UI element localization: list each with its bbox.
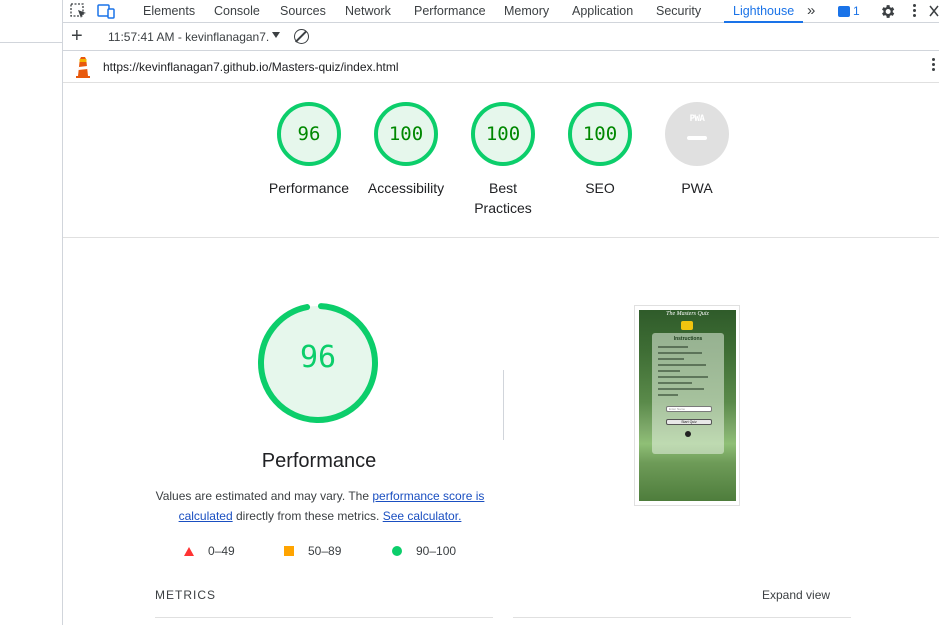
- lighthouse-logo-icon: [76, 57, 90, 78]
- left-pane-header: [0, 0, 63, 23]
- legend-fail: 0–49: [184, 544, 235, 558]
- thumb-text-line: [658, 352, 702, 354]
- issues-icon: [838, 5, 850, 17]
- legend-pass: 90–100: [392, 544, 456, 558]
- settings-gear-icon[interactable]: [879, 3, 896, 20]
- gauge-pwa[interactable]: PWA PWA: [652, 102, 742, 198]
- tab-sources[interactable]: Sources: [280, 0, 326, 23]
- metrics-heading: METRICS: [155, 588, 216, 602]
- chevron-down-icon[interactable]: [272, 32, 280, 38]
- category-gauges: 96 Performance 100 Accessibility 100 Bes…: [63, 84, 939, 238]
- report-menu-icon[interactable]: [932, 58, 936, 73]
- gauge-label-accessibility: Accessibility: [367, 180, 445, 196]
- desc-prefix: Values are estimated and may vary. The: [155, 489, 373, 503]
- inspect-element-icon[interactable]: [70, 3, 88, 19]
- legend-average: 50–89: [284, 544, 341, 558]
- device-toolbar-icon[interactable]: [97, 3, 115, 19]
- score-best-practices: 100: [471, 102, 535, 166]
- pwa-badge-bar: [687, 136, 707, 140]
- gauge-label-seo: SEO: [585, 180, 615, 196]
- tab-lighthouse[interactable]: Lighthouse: [724, 0, 804, 23]
- report-url-bar: https://kevinflanagan7.github.io/Masters…: [63, 51, 939, 83]
- thumb-text-line: [658, 388, 704, 390]
- pwa-badge-icon: PWA: [665, 102, 729, 166]
- report-selector[interactable]: 11:57:41 AM - kevinflanagan7.: [108, 30, 269, 44]
- thumb-start-button: Start Quiz: [666, 419, 712, 425]
- thumb-text-line: [658, 394, 678, 396]
- tab-elements[interactable]: Elements: [143, 0, 195, 23]
- thumb-text-line: [658, 364, 706, 366]
- legend-fail-label: 0–49: [208, 544, 235, 558]
- left-pane-divider: [0, 42, 62, 43]
- gauge-best-practices[interactable]: 100 Best Practices: [458, 102, 548, 218]
- pass-circle-icon: [392, 546, 402, 556]
- tab-network[interactable]: Network: [345, 0, 391, 23]
- thumb-title: The Masters Quiz: [666, 311, 709, 317]
- gauge-label-best-practices: Best Practices: [474, 180, 532, 216]
- clear-all-icon[interactable]: [294, 29, 309, 44]
- thumb-text-line: [658, 376, 708, 378]
- legend-average-label: 50–89: [308, 544, 342, 558]
- thumb-text-line: [658, 358, 684, 360]
- report-url[interactable]: https://kevinflanagan7.github.io/Masters…: [103, 60, 399, 74]
- gauge-label-performance: Performance: [268, 180, 350, 196]
- thumb-text-line: [658, 370, 680, 372]
- thumb-logo-icon: [681, 321, 693, 330]
- tab-memory[interactable]: Memory: [504, 0, 549, 23]
- thumb-card: Instructions Enter Name Start Quiz: [652, 333, 724, 454]
- customize-menu-icon[interactable]: [913, 4, 917, 19]
- gauge-label-pwa: PWA: [681, 180, 713, 196]
- new-report-icon[interactable]: +: [71, 26, 87, 46]
- pwa-badge-text: PWA: [689, 114, 705, 124]
- devtools-tabbar: Elements Console Sources Network Perform…: [0, 0, 939, 23]
- thumb-text-line: [658, 382, 692, 384]
- gauge-seo[interactable]: 100 SEO: [555, 102, 645, 198]
- fail-triangle-icon: [184, 546, 194, 556]
- performance-description: Values are estimated and may vary. The p…: [150, 486, 490, 526]
- average-square-icon: [284, 546, 294, 556]
- gauge-performance[interactable]: 96 Performance: [264, 102, 354, 198]
- score-accessibility: 100: [374, 102, 438, 166]
- thumb-sound-icon: [685, 431, 691, 437]
- final-screenshot[interactable]: The Masters Quiz Instructions Enter Name…: [634, 305, 740, 506]
- section-divider: [503, 370, 504, 440]
- tab-console[interactable]: Console: [214, 0, 260, 23]
- left-pane: [0, 23, 63, 625]
- score-performance: 96: [277, 102, 341, 166]
- legend-pass-label: 90–100: [416, 544, 457, 558]
- screenshot-image: The Masters Quiz Instructions Enter Name…: [639, 310, 736, 501]
- close-devtools-icon[interactable]: [928, 4, 939, 18]
- tab-performance[interactable]: Performance: [414, 0, 486, 23]
- gauge-accessibility[interactable]: 100 Accessibility: [361, 102, 451, 198]
- more-tabs-icon[interactable]: »: [807, 0, 815, 23]
- performance-title: Performance: [261, 450, 377, 472]
- thumb-name-input: Enter Name: [666, 406, 712, 412]
- lighthouse-toolbar: + 11:57:41 AM - kevinflanagan7.: [63, 23, 939, 51]
- thumb-text-line: [658, 346, 688, 348]
- issues-count: 1: [853, 4, 860, 18]
- tab-application[interactable]: Application: [572, 0, 633, 23]
- tab-security[interactable]: Security: [656, 0, 701, 23]
- metrics-divider-left: [155, 617, 493, 618]
- see-calculator-link[interactable]: See calculator.: [383, 509, 462, 523]
- metrics-divider-right: [513, 617, 851, 618]
- score-seo: 100: [568, 102, 632, 166]
- thumb-heading: Instructions: [673, 336, 703, 342]
- desc-middle: directly from these metrics.: [232, 509, 383, 523]
- issues-badge[interactable]: 1: [838, 4, 860, 18]
- performance-big-score: 96: [299, 340, 337, 375]
- expand-view-toggle[interactable]: Expand view: [762, 588, 830, 602]
